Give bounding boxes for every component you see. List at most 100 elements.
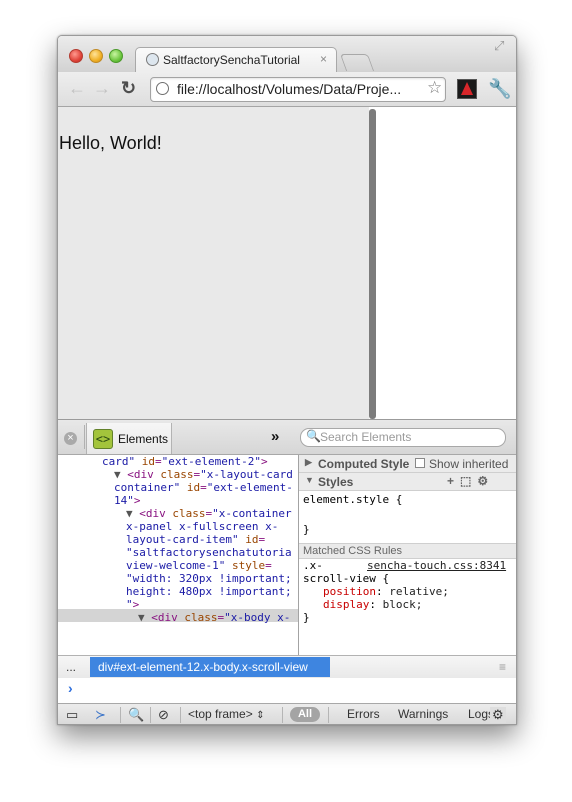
styles-actions: +⬚⚙ <box>447 474 494 488</box>
dom-line[interactable]: "> <box>126 598 139 611</box>
console[interactable]: › <box>58 678 516 703</box>
rule-selector[interactable]: .x- <box>303 559 323 572</box>
attr-value: "width: 320px !important; <box>126 572 292 585</box>
tag-end: > <box>132 598 140 611</box>
reload-icon[interactable]: ↻ <box>121 78 136 99</box>
expand-triangle-icon[interactable]: ▼ <box>138 611 145 624</box>
window-zoom-button[interactable] <box>109 49 123 63</box>
expand-triangle-icon[interactable]: ▼ <box>114 468 121 481</box>
dom-line[interactable]: x-panel x-fullscreen x- <box>126 520 278 533</box>
expand-triangle-icon[interactable]: ▼ <box>126 507 133 520</box>
vertical-scrollbar[interactable] <box>369 109 376 419</box>
more-panels-button[interactable]: » <box>271 428 279 445</box>
app-panel: Hello, World! <box>58 107 369 419</box>
closing-brace: } <box>303 523 310 536</box>
divider <box>180 707 181 723</box>
clear-console-icon[interactable]: ⊘ <box>158 707 169 723</box>
bookmark-star-icon[interactable]: ☆ <box>427 78 442 98</box>
divider <box>120 707 121 723</box>
styles-header[interactable]: ▼ Styles +⬚⚙ <box>299 473 516 491</box>
search-elements-input[interactable] <box>320 430 500 444</box>
show-inherited-checkbox[interactable] <box>415 458 425 468</box>
section-title: Styles <box>318 475 354 489</box>
source-link-text[interactable]: sencha-touch.css:8341 <box>367 559 506 572</box>
search-elements-field[interactable]: 🔍 <box>300 428 506 447</box>
page-viewport: Hello, World! <box>58 107 516 419</box>
new-tab-button[interactable] <box>339 54 375 71</box>
breadcrumb-more[interactable]: ... <box>66 660 76 674</box>
computed-style-header[interactable]: ▶ Computed Style Show inherited <box>299 455 516 473</box>
gear-icon[interactable]: ⚙ <box>490 707 506 723</box>
css-property[interactable]: display: block; <box>323 598 422 611</box>
css-property[interactable]: position: relative; <box>323 585 449 598</box>
title-bar: SaltfactorySenchaTutorial × ⤢ <box>58 36 516 73</box>
developer-tools: × <> Elements » 🔍 card" id="ext-element-… <box>58 419 516 724</box>
dom-line[interactable]: container" id="ext-element- <box>114 481 293 494</box>
frame-select[interactable]: <top frame> ⇕ <box>188 707 264 721</box>
breadcrumb: ... div#ext-element-12.x-body.x-scroll-v… <box>58 655 516 679</box>
extension-icon[interactable] <box>457 79 477 99</box>
dom-line[interactable]: "width: 320px !important; <box>126 572 292 585</box>
dom-line[interactable]: "saltfactorysenchatutoria <box>126 546 292 559</box>
address-bar[interactable]: file://localhost/Volumes/Data/Proje... ☆ <box>150 77 446 102</box>
tag-open: <div <box>139 507 166 520</box>
attr-value: "ext-element-2" <box>161 455 261 468</box>
wrench-icon[interactable]: 🔧 <box>488 77 512 101</box>
attr-name: id <box>141 455 155 468</box>
attr-name: class <box>160 468 194 481</box>
attr-value: x-panel x-fullscreen x- <box>126 520 279 533</box>
frame-select-value: <top frame> <box>188 707 253 721</box>
attr-value: "x-body x- <box>224 611 291 624</box>
element-style-rule[interactable]: element.style { <box>303 493 402 506</box>
dom-line-selected[interactable]: ▼ <div class="x-body x- <box>138 611 290 624</box>
window-close-button[interactable] <box>69 49 83 63</box>
dock-icon[interactable]: ▭ <box>66 707 78 723</box>
dom-line[interactable]: height: 480px !important; <box>126 585 292 598</box>
show-inherited-label: Show inherited <box>429 457 509 471</box>
breadcrumb-selected[interactable]: div#ext-element-12.x-body.x-scroll-view <box>90 657 330 677</box>
select-arrows-icon: ⇕ <box>256 710 265 721</box>
resize-grip-icon[interactable]: ≡ <box>499 660 506 674</box>
close-icon[interactable]: × <box>64 432 77 445</box>
dom-line[interactable]: ▼ <div class="x-container <box>126 507 292 520</box>
rule-source-link[interactable]: sencha-touch.css:8341 <box>367 559 506 572</box>
browser-tab[interactable]: SaltfactorySenchaTutorial × <box>135 47 337 73</box>
dom-line[interactable]: 14"> <box>114 494 141 507</box>
attr-value: "x-layout-card <box>200 468 293 481</box>
add-rule-icon[interactable]: + <box>447 474 460 488</box>
window-minimize-button[interactable] <box>89 49 103 63</box>
tab-close-icon[interactable]: × <box>320 52 327 66</box>
tag-end: > <box>133 494 141 507</box>
back-arrow-icon[interactable]: ← <box>68 78 86 99</box>
property-name: display <box>323 598 370 611</box>
tab-elements[interactable]: <> Elements <box>86 423 172 454</box>
filter-warnings-button[interactable]: Warnings <box>398 707 448 721</box>
console-icon[interactable]: ≻ <box>95 707 106 723</box>
dom-tree[interactable]: card" id="ext-element-2"> ▼ <div class="… <box>58 455 298 655</box>
browser-window: SaltfactorySenchaTutorial × ⤢ ← → ↻ file… <box>57 35 517 725</box>
rule-selector[interactable]: scroll-view { <box>303 572 389 585</box>
attr-value: "ext-element- <box>206 481 293 494</box>
dom-line[interactable]: view-welcome-1" style= <box>126 559 272 572</box>
attr-name: class <box>184 611 218 624</box>
attr-value: view-welcome-1" <box>126 559 226 572</box>
filter-errors-button[interactable]: Errors <box>347 707 380 721</box>
forward-arrow-icon[interactable]: → <box>93 78 111 99</box>
dom-line[interactable]: ▼ <div class="x-layout-card <box>114 468 293 481</box>
gear-icon[interactable]: ⚙ <box>477 474 494 488</box>
filter-all-button[interactable]: All <box>290 707 320 722</box>
attr-name: style <box>231 559 266 572</box>
dom-line[interactable]: card" id="ext-element-2"> <box>102 455 268 468</box>
matched-rules-header: Matched CSS Rules <box>299 543 516 559</box>
search-icon[interactable]: 🔍 <box>128 707 144 723</box>
divider <box>328 707 329 723</box>
element-state-icon[interactable]: ⬚ <box>460 474 477 488</box>
tag-open: <div <box>127 468 154 481</box>
tag-open: <div <box>151 611 178 624</box>
url-text[interactable]: file://localhost/Volumes/Data/Proje... <box>177 81 401 97</box>
dom-line[interactable]: layout-card-item" id= <box>126 533 265 546</box>
console-prompt[interactable]: › <box>68 680 73 696</box>
attr-value: "x-container <box>212 507 292 520</box>
fullscreen-icon[interactable]: ⤢ <box>494 38 504 54</box>
property-name: position <box>323 585 376 598</box>
